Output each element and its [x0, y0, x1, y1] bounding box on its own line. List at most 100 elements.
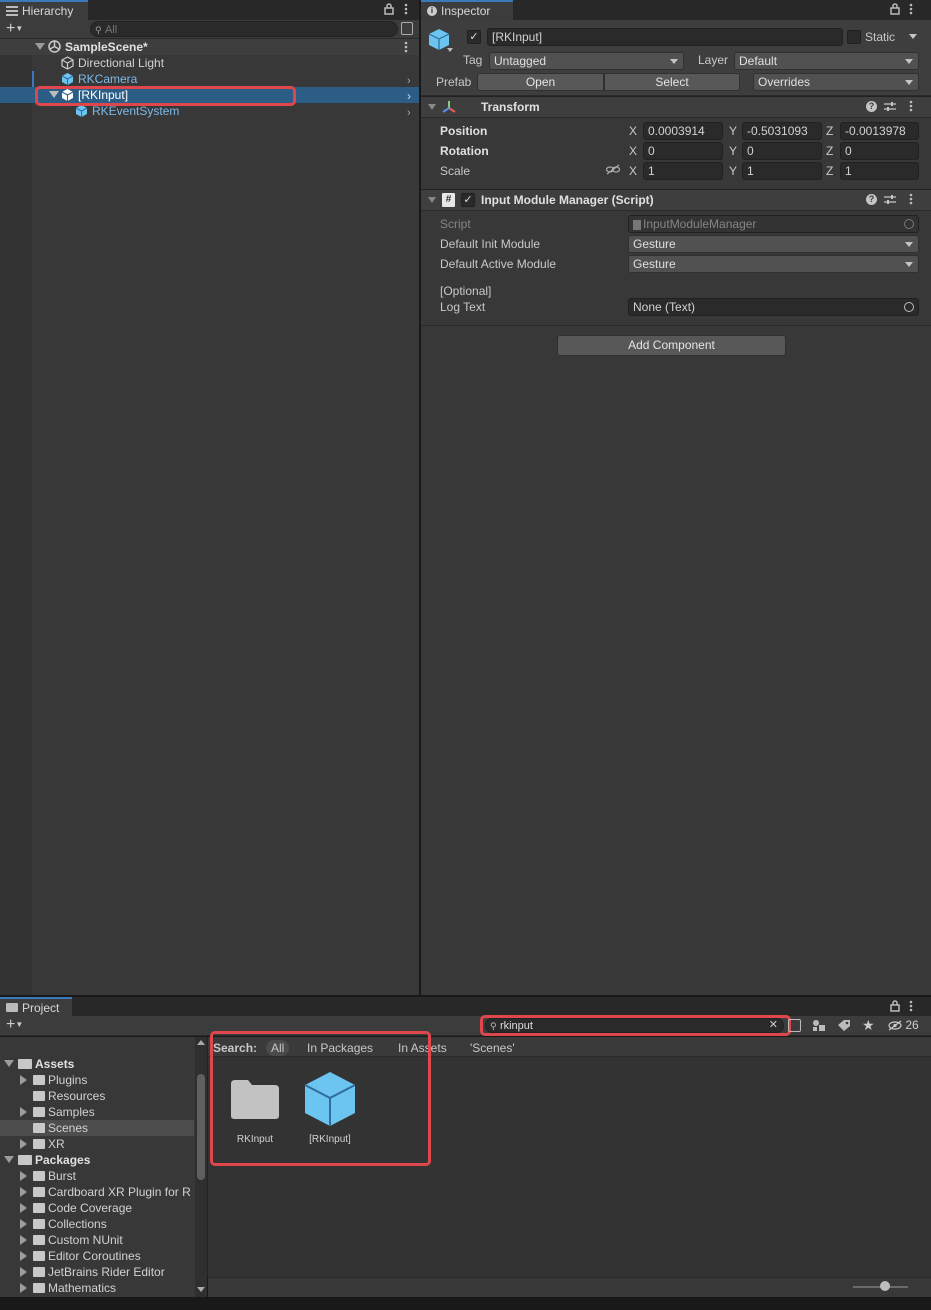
- help-icon[interactable]: ?: [866, 101, 877, 112]
- tag-dropdown[interactable]: Untagged: [489, 52, 684, 70]
- script-component-title: Input Module Manager (Script): [481, 193, 654, 207]
- tree-folder-xr[interactable]: XR: [0, 1136, 194, 1152]
- layer-dropdown[interactable]: Default: [734, 52, 919, 70]
- hierarchy-lock-icon[interactable]: [384, 3, 394, 15]
- constrain-proportions-link-icon[interactable]: [605, 164, 621, 178]
- tree-packages-row[interactable]: Packages: [0, 1152, 194, 1168]
- default-init-module-dropdown[interactable]: Gesture: [628, 235, 919, 253]
- expand-arrow[interactable]: [20, 1187, 27, 1197]
- script-fold-arrow[interactable]: [428, 197, 436, 203]
- favorite-star-icon[interactable]: ★: [862, 1017, 875, 1034]
- tree-package-editor-coroutines[interactable]: Editor Coroutines: [0, 1248, 194, 1264]
- expand-arrow[interactable]: [20, 1235, 27, 1245]
- plugins-expand-arrow[interactable]: [20, 1075, 27, 1085]
- tree-scroll-up-arrow[interactable]: [197, 1040, 205, 1045]
- scale-y-field[interactable]: 1: [742, 162, 822, 180]
- window-bottom-strip: [0, 1297, 931, 1310]
- script-kebab-icon[interactable]: [908, 193, 914, 208]
- position-y-field[interactable]: -0.5031093: [742, 122, 822, 140]
- prefab-open-button[interactable]: Open: [477, 73, 604, 91]
- layer-dropdown-value: Default: [739, 54, 778, 68]
- tree-package-collections[interactable]: Collections: [0, 1216, 194, 1232]
- object-picker-icon[interactable]: [904, 302, 914, 312]
- help-icon[interactable]: ?: [866, 194, 877, 205]
- tree-folder-resources[interactable]: Resources: [0, 1088, 194, 1104]
- hierarchy-search-input[interactable]: ⚲ All: [90, 21, 398, 37]
- expand-arrow[interactable]: [20, 1283, 27, 1293]
- tree-package-code-coverage[interactable]: Code Coverage: [0, 1200, 194, 1216]
- scale-x-field[interactable]: 1: [643, 162, 723, 180]
- tree-assets-row[interactable]: Assets: [0, 1056, 194, 1072]
- tree-folder-plugins[interactable]: Plugins: [0, 1072, 194, 1088]
- search-options-icon[interactable]: [401, 22, 413, 35]
- packages-expand-arrow[interactable]: [4, 1156, 14, 1163]
- add-component-button[interactable]: Add Component: [557, 335, 786, 356]
- search-by-label-icon[interactable]: [837, 1019, 851, 1035]
- samples-expand-arrow[interactable]: [20, 1107, 27, 1117]
- presets-sliders-icon[interactable]: [884, 194, 896, 208]
- scale-z-field[interactable]: 1: [840, 162, 919, 180]
- expand-arrow[interactable]: [20, 1267, 27, 1277]
- hierarchy-add-button[interactable]: +▼: [6, 21, 32, 37]
- position-x-axis-label: X: [629, 124, 638, 138]
- prefab-override-bar: [32, 71, 34, 87]
- project-lock-icon[interactable]: [890, 1000, 900, 1015]
- log-text-label: Log Text: [440, 300, 486, 314]
- static-checkbox[interactable]: [847, 30, 861, 44]
- inspector-lock-icon[interactable]: [890, 3, 900, 18]
- transform-fold-arrow[interactable]: [428, 104, 436, 110]
- inspector-kebab-icon[interactable]: [908, 3, 914, 18]
- component-bottom-divider: [421, 325, 931, 326]
- tab-inspector[interactable]: i Inspector: [421, 0, 513, 20]
- component-enabled-checkbox[interactable]: ✓: [461, 193, 475, 207]
- expand-arrow[interactable]: [20, 1251, 27, 1261]
- tree-scrollbar-thumb[interactable]: [197, 1074, 205, 1180]
- tree-scroll-down-arrow[interactable]: [197, 1287, 205, 1292]
- presets-sliders-icon[interactable]: [884, 101, 896, 115]
- search-by-scene-icon[interactable]: [788, 1019, 801, 1032]
- search-scope-scenes[interactable]: 'Scenes': [470, 1040, 515, 1056]
- default-active-module-dropdown[interactable]: Gesture: [628, 255, 919, 273]
- icon-size-slider-handle[interactable]: [880, 1281, 890, 1291]
- scene-row[interactable]: SampleScene*: [0, 39, 419, 55]
- tree-package-mathematics[interactable]: Mathematics: [0, 1280, 194, 1296]
- tree-folder-scenes[interactable]: Scenes: [0, 1120, 194, 1136]
- tab-project-label: Project: [22, 1000, 60, 1015]
- tree-package-cardboard[interactable]: Cardboard XR Plugin for R: [0, 1184, 194, 1200]
- prefab-overrides-dropdown[interactable]: Overrides: [753, 73, 919, 91]
- rotation-y-field[interactable]: 0: [742, 142, 822, 160]
- xr-expand-arrow[interactable]: [20, 1139, 27, 1149]
- hierarchy-item-directional-light[interactable]: Directional Light: [0, 55, 419, 71]
- active-checkbox[interactable]: ✓: [467, 30, 481, 44]
- rotation-x-field[interactable]: 0: [643, 142, 723, 160]
- tab-project[interactable]: Project: [0, 997, 72, 1016]
- project-kebab-icon[interactable]: [908, 1000, 914, 1015]
- expand-arrow[interactable]: [20, 1203, 27, 1213]
- tree-folder-samples[interactable]: Samples: [0, 1104, 194, 1120]
- position-z-field[interactable]: -0.0013978: [840, 122, 919, 140]
- hidden-packages-toggle[interactable]: 26: [888, 1018, 919, 1032]
- scene-expand-arrow[interactable]: [35, 43, 45, 50]
- search-by-type-icon[interactable]: [812, 1019, 826, 1032]
- tree-package-jetbrains[interactable]: JetBrains Rider Editor: [0, 1264, 194, 1280]
- tab-hierarchy[interactable]: Hierarchy: [0, 0, 88, 20]
- tree-package-custom-nunit[interactable]: Custom NUnit: [0, 1232, 194, 1248]
- project-add-button[interactable]: +▼: [6, 1017, 32, 1033]
- object-name-input[interactable]: [RKInput]: [487, 28, 843, 46]
- tree-package-label: JetBrains Rider Editor: [48, 1265, 165, 1279]
- icon-dropdown-caret[interactable]: [447, 48, 453, 52]
- hierarchy-item-rkcamera[interactable]: RKCamera ›: [0, 71, 419, 87]
- assets-expand-arrow[interactable]: [4, 1060, 14, 1067]
- expand-arrow[interactable]: [20, 1171, 27, 1181]
- transform-kebab-icon[interactable]: [908, 100, 914, 115]
- log-text-object-field[interactable]: None (Text): [628, 298, 919, 316]
- hierarchy-kebab-icon[interactable]: [403, 3, 409, 15]
- chevron-right-icon[interactable]: ›: [407, 105, 411, 121]
- position-x-field[interactable]: 0.0003914: [643, 122, 723, 140]
- prefab-select-button[interactable]: Select: [604, 73, 740, 91]
- rotation-z-field[interactable]: 0: [840, 142, 919, 160]
- chevron-right-icon[interactable]: ›: [407, 88, 411, 104]
- tree-package-burst[interactable]: Burst: [0, 1168, 194, 1184]
- expand-arrow[interactable]: [20, 1219, 27, 1229]
- static-dropdown-caret[interactable]: [909, 34, 917, 39]
